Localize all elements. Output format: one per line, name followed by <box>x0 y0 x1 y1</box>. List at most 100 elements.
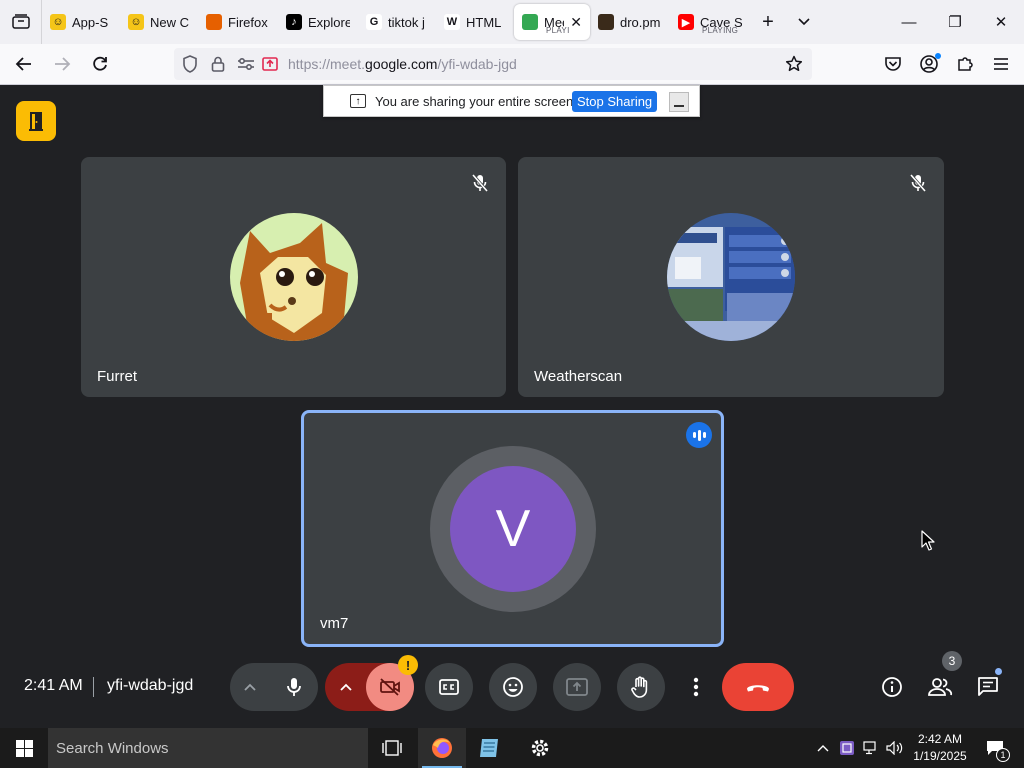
participant-tile-vm7[interactable]: V vm7 <box>301 410 724 647</box>
participant-tile-weatherscan[interactable]: Weatherscan <box>518 157 944 397</box>
taskbar-search-box[interactable]: Search Windows <box>48 728 368 768</box>
volume-icon <box>886 741 903 755</box>
chat-button[interactable] <box>964 663 1012 711</box>
tab-favicon-icon: G <box>366 14 382 30</box>
minimize-button[interactable]: — <box>886 0 932 44</box>
microphone-button[interactable] <box>270 663 318 711</box>
tab-title: tiktok j <box>388 14 425 30</box>
tab-list-button[interactable] <box>0 0 42 44</box>
present-screen-button[interactable] <box>553 663 601 711</box>
browser-tab[interactable]: ☺ App-S <box>42 4 120 40</box>
lock-icon[interactable] <box>206 52 230 76</box>
start-button[interactable] <box>0 728 48 768</box>
extensions-button[interactable] <box>950 48 980 80</box>
chevron-up-icon <box>244 683 256 691</box>
url-text[interactable]: https://meet.google.com/yfi-wdab-jgd <box>288 56 517 72</box>
meeting-exit-door-button[interactable] <box>16 101 56 141</box>
camera-warning-badge: ! <box>398 655 418 675</box>
network-button[interactable] <box>860 728 882 768</box>
stop-sharing-button[interactable]: Stop Sharing <box>572 91 658 112</box>
tabs: ☺ App-S ☺ New C Firefox ♪ Explore Gtiktok j W HTM… <box>42 0 822 44</box>
back-button[interactable] <box>6 48 42 80</box>
new-tab-plus-icon[interactable]: + <box>750 4 786 40</box>
tab-title: HTML <box>466 14 502 30</box>
share-screen-icon: ↑ <box>350 94 366 108</box>
volume-button[interactable] <box>884 728 906 768</box>
notification-count-badge: 1 <box>996 748 1010 762</box>
meeting-time: 2:41 AM <box>24 677 83 694</box>
speaking-indicator-icon <box>686 422 712 448</box>
taskbar-notepad[interactable] <box>466 728 514 768</box>
browser-tab[interactable]: Firefox <box>198 4 278 40</box>
app-menu-button[interactable] <box>986 48 1016 80</box>
chevron-up-icon <box>817 745 829 752</box>
hang-up-icon <box>747 685 769 692</box>
reload-button[interactable] <box>82 48 118 80</box>
browser-tab[interactable]: ♪ Explore <box>278 4 358 40</box>
notepad-icon <box>480 739 498 757</box>
share-message: You are sharing your entire screen. <box>375 93 577 109</box>
tab-title: dro.pm <box>620 14 661 30</box>
permissions-icon[interactable] <box>234 52 258 76</box>
account-button[interactable] <box>914 48 944 80</box>
participant-name: Furret <box>97 368 138 385</box>
more-vert-icon <box>693 677 699 697</box>
taskbar-clock[interactable]: 2:42 AM 1/19/2025 <box>908 731 972 765</box>
taskbar-date: 1/19/2025 <box>913 749 967 763</box>
close-tab-icon[interactable]: ✕ <box>570 14 582 31</box>
people-count-badge: 3 <box>942 651 962 671</box>
network-icon <box>863 741 876 755</box>
people-button[interactable] <box>916 663 964 711</box>
audio-options-button[interactable] <box>230 663 270 711</box>
participant-name: Weatherscan <box>534 368 623 385</box>
screen-share-banner: ↑ You are sharing your entire screen. St… <box>323 85 700 117</box>
back-arrow-icon <box>15 57 31 71</box>
video-options-button[interactable] <box>325 663 366 711</box>
maximize-button[interactable]: ❐ <box>932 0 978 44</box>
present-screen-icon <box>566 678 588 696</box>
furret-avatar <box>229 213 358 341</box>
taskbar-firefox[interactable] <box>418 728 466 768</box>
window-controls: — ❐ ✕ <box>886 0 1024 44</box>
tracking-shield-icon[interactable] <box>178 52 202 76</box>
bookmark-star-icon[interactable] <box>782 52 806 76</box>
browser-tab[interactable]: ☺ New C <box>120 4 198 40</box>
pocket-button[interactable] <box>878 48 908 80</box>
meeting-details-button[interactable] <box>868 663 916 711</box>
participant-tile-furret[interactable]: Furret <box>81 157 506 397</box>
raise-hand-button[interactable] <box>617 663 665 711</box>
leave-call-button[interactable] <box>722 663 794 711</box>
browser-tab[interactable]: Gtiktok j <box>358 4 436 40</box>
tab-favicon-icon <box>522 14 538 30</box>
close-window-button[interactable]: ✕ <box>978 0 1024 44</box>
meet-page: ↑ You are sharing your entire screen. St… <box>0 85 1024 728</box>
door-icon <box>29 112 43 131</box>
tab-title: Explore <box>308 14 350 30</box>
emoji-icon <box>503 677 523 697</box>
browser-tab[interactable]: dro.pm <box>590 4 670 40</box>
reactions-button[interactable] <box>489 663 537 711</box>
screen-share-indicator-icon[interactable] <box>258 52 282 76</box>
url-bar[interactable]: https://meet.google.com/yfi-wdab-jgd <box>174 48 812 80</box>
forward-button[interactable] <box>44 48 80 80</box>
tab-overflow-chevron-icon[interactable] <box>786 4 822 40</box>
captions-button[interactable] <box>425 663 473 711</box>
action-center-button[interactable]: 1 <box>978 728 1012 768</box>
browser-tab[interactable]: ▶ Cave S PLAYING <box>670 4 750 40</box>
nav-bar: https://meet.google.com/yfi-wdab-jgd <box>0 44 1024 85</box>
minimize-banner-button[interactable] <box>669 92 689 112</box>
tab-favicon-icon: ☺ <box>50 14 66 30</box>
tab-strip: ☺ App-S ☺ New C Firefox ♪ Explore Gtiktok j W HTM… <box>0 0 1024 44</box>
tray-app-button[interactable] <box>836 728 858 768</box>
tab-list-icon <box>11 14 30 29</box>
chevron-up-icon <box>339 683 352 691</box>
browser-tab[interactable]: MeePLAYI✕ <box>514 4 590 40</box>
mic-muted-icon <box>906 171 930 195</box>
tab-favicon-icon <box>598 14 614 30</box>
taskbar-settings[interactable] <box>516 728 564 768</box>
more-options-button[interactable] <box>672 663 720 711</box>
chat-notification-dot-icon <box>995 668 1002 675</box>
browser-tab[interactable]: W HTML <box>436 4 514 40</box>
tray-overflow-button[interactable] <box>812 728 834 768</box>
task-view-button[interactable] <box>368 728 416 768</box>
